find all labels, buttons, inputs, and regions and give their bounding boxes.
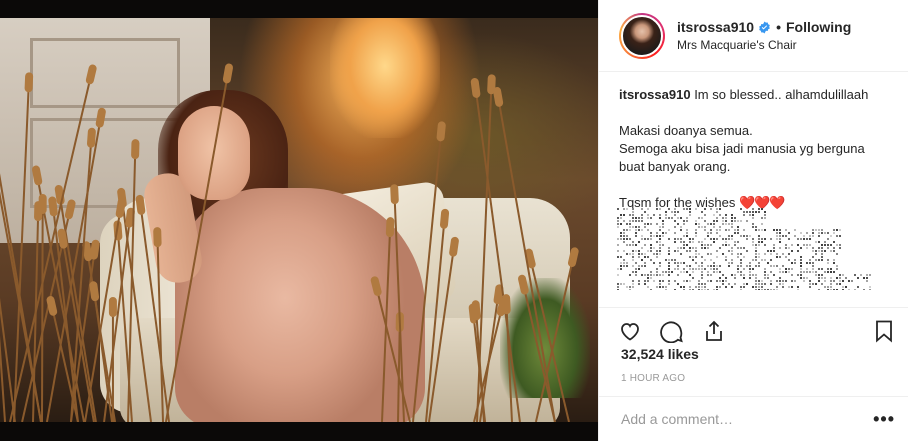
caption-line: Semoga aku bisa jadi manusia yg berguna … [619, 141, 865, 174]
pixelated-redaction [617, 208, 871, 290]
location-link[interactable]: Mrs Macquarie's Chair [677, 38, 851, 52]
caption: itsrossa910 Im so blessed.. alhamdulilla… [599, 72, 908, 300]
separator-dot: • [776, 19, 781, 35]
post-timestamp[interactable]: 1 HOUR AGO [621, 373, 685, 384]
header-row: itsrossa910 • Following [677, 19, 851, 35]
action-bar [599, 307, 908, 345]
story-ring[interactable] [619, 12, 665, 59]
caption-line: Makasi doanya semua. [619, 123, 753, 138]
post-details-panel: itsrossa910 • Following Mrs Macquarie's … [598, 0, 908, 441]
heart-icon[interactable] [617, 318, 643, 344]
post-header: itsrossa910 • Following Mrs Macquarie's … [599, 0, 908, 72]
avatar[interactable] [621, 14, 663, 57]
caption-paragraph: Makasi doanya semua. Semoga aku bisa jad… [619, 122, 892, 176]
verified-badge-icon [758, 21, 771, 34]
caption-first-line: itsrossa910 Im so blessed.. alhamdulilla… [619, 86, 892, 104]
lamp-glow [330, 18, 440, 138]
following-button[interactable]: Following [786, 19, 851, 35]
likes-count[interactable]: 32,524 likes [621, 346, 699, 362]
comment-input[interactable] [621, 411, 874, 427]
comment-icon[interactable] [659, 318, 685, 344]
username-link[interactable]: itsrossa910 [677, 19, 754, 35]
share-icon[interactable] [701, 318, 727, 344]
more-options-icon[interactable]: ••• [873, 409, 895, 430]
header-text: itsrossa910 • Following Mrs Macquarie's … [677, 19, 851, 52]
caption-text: Im so blessed.. alhamdulillaah [694, 87, 869, 102]
post-image[interactable] [0, 18, 598, 422]
caption-username-link[interactable]: itsrossa910 [619, 87, 691, 102]
comment-form: ••• [599, 396, 908, 441]
bookmark-icon[interactable] [871, 318, 897, 344]
post-photo[interactable] [0, 0, 598, 441]
